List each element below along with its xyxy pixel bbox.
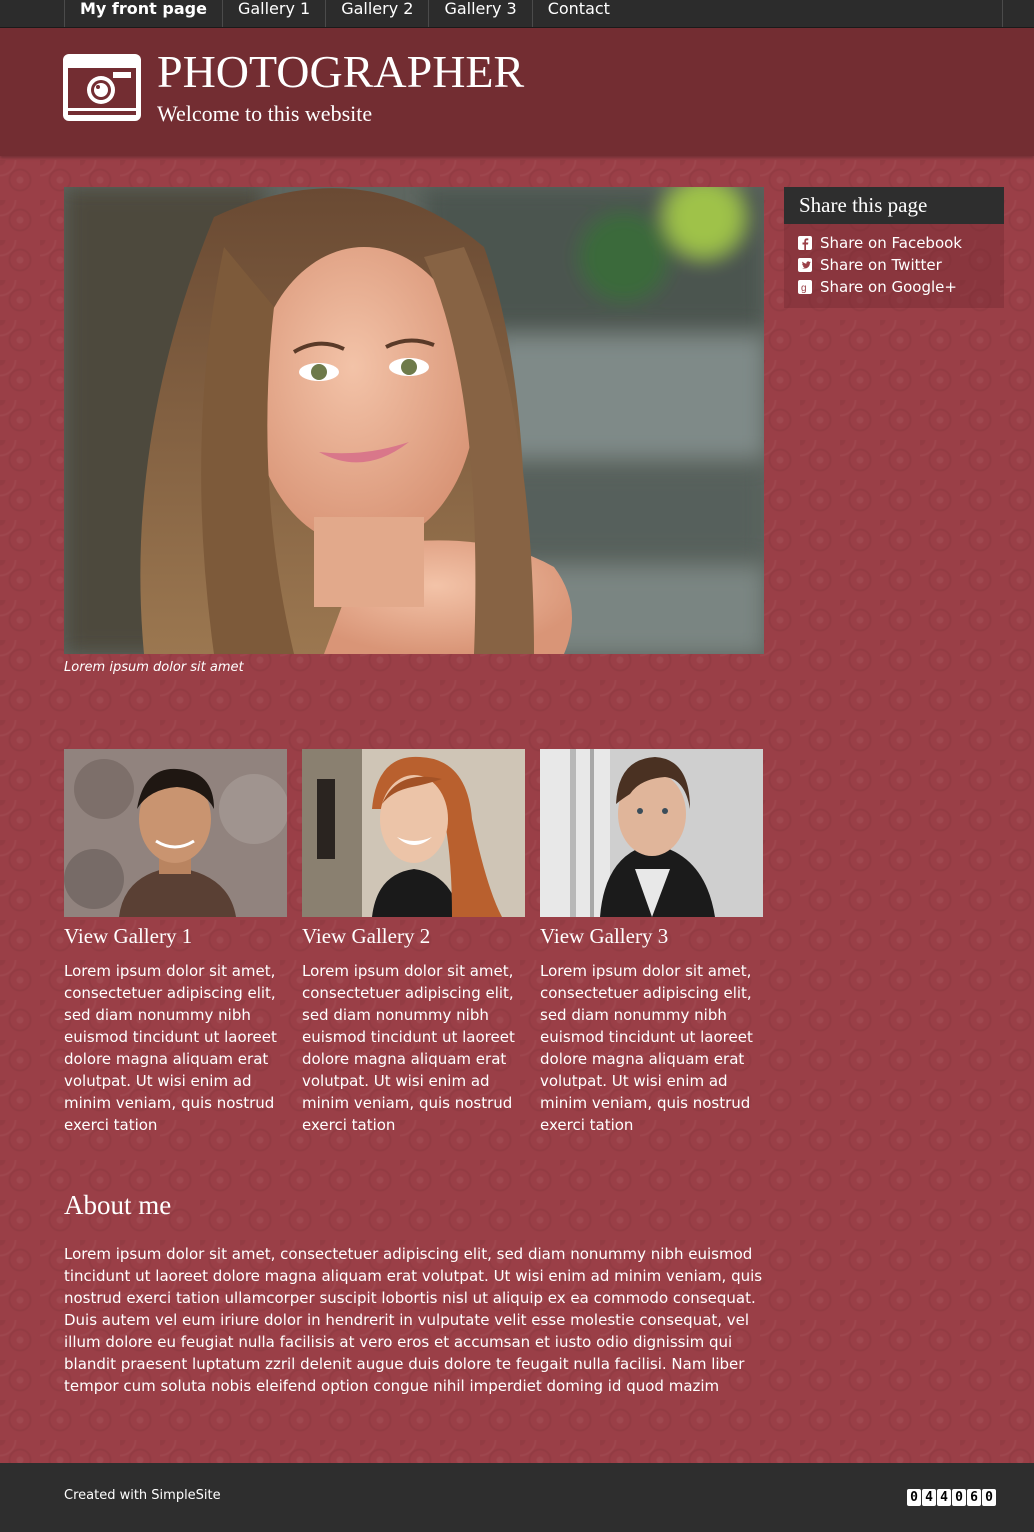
svg-text:g: g	[801, 283, 807, 294]
hero-caption: Lorem ipsum dolor sit amet	[64, 660, 244, 675]
counter-digit: 0	[982, 1489, 996, 1506]
nav-item-contact[interactable]: Contact	[531, 0, 625, 27]
hero-portrait-image	[64, 187, 764, 654]
share-title: Share this page	[784, 187, 1004, 224]
share-twitter-link[interactable]: Share on Twitter	[820, 254, 942, 276]
gallery-card-2: View Gallery 2 Lorem ipsum dolor sit ame…	[302, 749, 525, 1136]
about-title: About me	[64, 1190, 172, 1220]
share-facebook-item: Share on Facebook	[798, 232, 1004, 254]
gallery-1-thumbnail[interactable]	[64, 749, 287, 917]
gallery-1-description: Lorem ipsum dolor sit amet, consectetuer…	[64, 962, 277, 1134]
share-google-link[interactable]: Share on Google+	[820, 276, 957, 298]
counter-digit: 0	[907, 1489, 921, 1506]
nav-item-front-page[interactable]: My front page	[64, 0, 222, 27]
top-nav: My front page Gallery 1 Gallery 2 Galler…	[0, 0, 1034, 28]
site-footer: Created with SimpleSite 0 4 4 0 6 0	[0, 1463, 1034, 1532]
nav-divider	[1002, 0, 1003, 27]
site-subtitle: Welcome to this website	[157, 101, 373, 126]
share-twitter-item: Share on Twitter	[798, 254, 1004, 276]
share-panel: Share this page Share on Facebook Share …	[784, 187, 1004, 308]
visitor-counter: 0 4 4 0 6 0	[907, 1489, 996, 1506]
about-text: Lorem ipsum dolor sit amet, consectetuer…	[64, 1245, 763, 1395]
nav-item-gallery-1[interactable]: Gallery 1	[221, 0, 325, 27]
gallery-3-thumbnail[interactable]	[540, 749, 763, 917]
share-facebook-link[interactable]: Share on Facebook	[820, 232, 962, 254]
share-links: Share on Facebook Share on Twitter g Sha…	[784, 224, 1004, 298]
twitter-icon	[798, 258, 812, 272]
facebook-icon	[798, 236, 812, 250]
counter-digit: 4	[937, 1489, 951, 1506]
view-gallery-3-link[interactable]: View Gallery 3	[540, 923, 763, 949]
gallery-card-3: View Gallery 3 Lorem ipsum dolor sit ame…	[540, 749, 763, 1136]
hero-photo	[64, 187, 764, 654]
counter-digit: 4	[922, 1489, 936, 1506]
nav-menu: My front page Gallery 1 Gallery 2 Galler…	[64, 0, 625, 27]
gallery-2-description: Lorem ipsum dolor sit amet, consectetuer…	[302, 962, 515, 1134]
site-title[interactable]: PHOTOGRAPHER	[157, 45, 524, 99]
gallery-2-thumbnail[interactable]	[302, 749, 525, 917]
camera-icon[interactable]	[63, 54, 141, 121]
simplesite-link[interactable]: Created with SimpleSite	[64, 1487, 221, 1505]
view-gallery-2-link[interactable]: View Gallery 2	[302, 923, 525, 949]
site-header: PHOTOGRAPHER Welcome to this website	[0, 28, 1034, 156]
nav-item-gallery-3[interactable]: Gallery 3	[428, 0, 531, 27]
nav-item-gallery-2[interactable]: Gallery 2	[325, 0, 428, 27]
gallery-3-description: Lorem ipsum dolor sit amet, consectetuer…	[540, 962, 753, 1134]
view-gallery-1-link[interactable]: View Gallery 1	[64, 923, 287, 949]
google-plus-icon: g	[798, 280, 812, 294]
counter-digit: 6	[967, 1489, 981, 1506]
counter-digit: 0	[952, 1489, 966, 1506]
gallery-card-1: View Gallery 1 Lorem ipsum dolor sit ame…	[64, 749, 287, 1136]
share-google-item: g Share on Google+	[798, 276, 1004, 298]
